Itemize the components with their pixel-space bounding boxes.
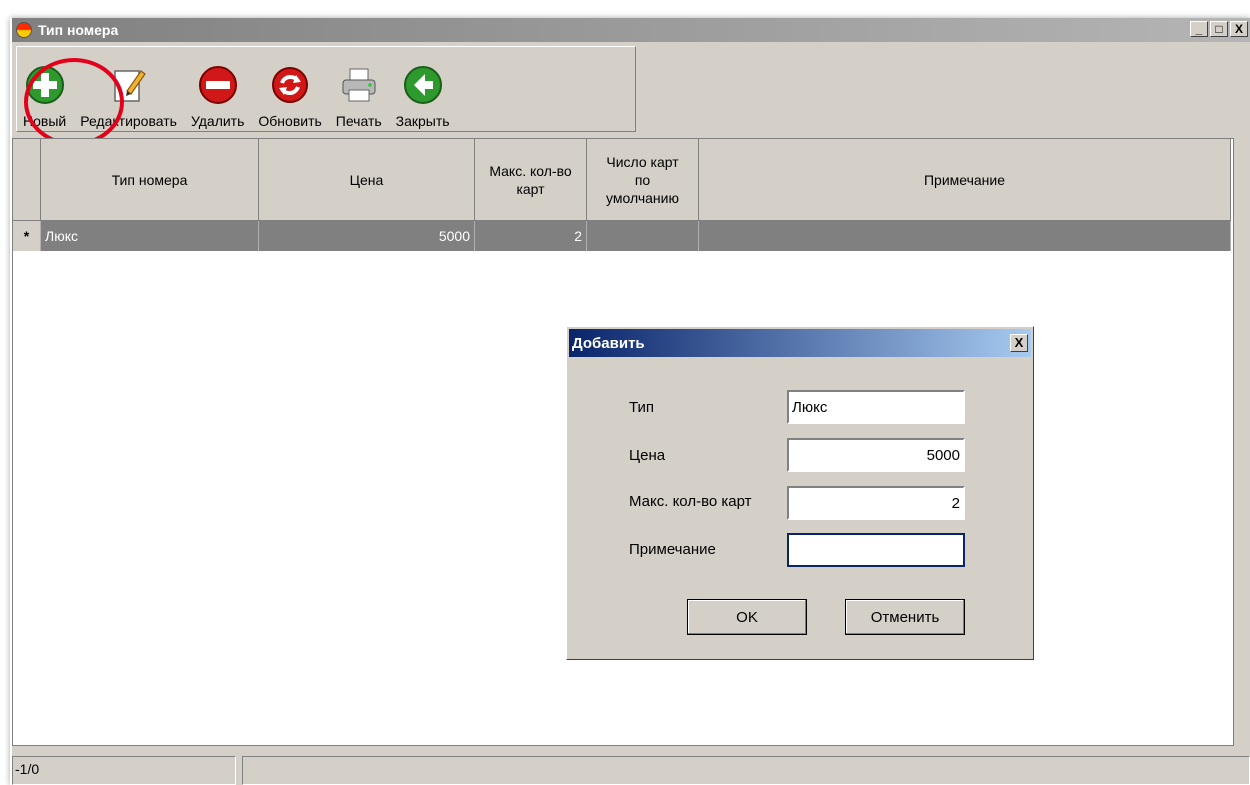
close-toolbar-button[interactable]: Закрыть [396, 47, 450, 131]
add-icon [25, 65, 65, 105]
column-header-note[interactable]: Примечание [699, 139, 1231, 221]
type-input[interactable] [787, 390, 965, 424]
record-position: -1/0 [12, 756, 236, 785]
type-label: Тип [629, 399, 655, 416]
close-button[interactable]: X [1230, 21, 1248, 37]
dialog-title: Добавить [572, 334, 645, 352]
ok-button[interactable]: OK [687, 599, 807, 635]
dialog-close-button[interactable]: X [1010, 334, 1028, 352]
status-panel [242, 756, 1250, 785]
max-cards-input[interactable] [787, 486, 965, 520]
minimize-button[interactable]: _ [1190, 21, 1208, 37]
row-indicator: * [13, 221, 41, 251]
table-row[interactable]: * Люкс 5000 2 [13, 221, 1231, 251]
cell-note[interactable] [699, 221, 1231, 251]
printer-icon [339, 65, 379, 105]
add-dialog: Добавить X Тип Цена Макс. кол-во карт Пр… [566, 326, 1034, 660]
back-arrow-icon [403, 65, 443, 105]
note-input[interactable] [787, 533, 965, 567]
refresh-icon [270, 65, 310, 105]
close-label: Закрыть [395, 113, 450, 129]
status-bar: -1/0 [12, 756, 1250, 785]
window-controls: _ □ X [1190, 21, 1248, 37]
title-bar[interactable]: Тип номера _ □ X [12, 18, 1250, 42]
grid-header: Тип номера Цена Макс. кол-во карт Число … [13, 139, 1231, 221]
cell-default-cards[interactable] [587, 221, 699, 251]
delete-button[interactable]: Удалить [191, 47, 244, 131]
column-header-price[interactable]: Цена [259, 139, 475, 221]
edit-button[interactable]: Редактировать [80, 47, 177, 131]
new-button[interactable]: Новый [23, 47, 66, 131]
app-icon [16, 22, 32, 38]
column-header-default-cards[interactable]: Число карт по умолчанию [587, 139, 699, 221]
print-label: Печать [335, 113, 382, 129]
print-button[interactable]: Печать [336, 47, 382, 131]
max-cards-label: Макс. кол-во карт [629, 493, 752, 510]
window-title: Тип номера [38, 22, 119, 38]
delete-label: Удалить [190, 113, 245, 129]
cell-max-cards[interactable]: 2 [475, 221, 587, 251]
column-header-max-cards[interactable]: Макс. кол-во карт [475, 139, 587, 221]
edit-label: Редактировать [80, 113, 177, 129]
dialog-title-bar[interactable]: Добавить X [569, 329, 1031, 357]
row-indicator-header [13, 139, 41, 221]
delete-icon [198, 65, 238, 105]
new-label: Новый [23, 113, 67, 129]
note-label: Примечание [629, 541, 716, 558]
column-header-type[interactable]: Тип номера [41, 139, 259, 221]
toolbar: Новый Редактировать Удалить Обновить Печ… [16, 46, 636, 132]
cell-price[interactable]: 5000 [259, 221, 475, 251]
maximize-button[interactable]: □ [1210, 21, 1228, 37]
cancel-button[interactable]: Отменить [845, 599, 965, 635]
cell-type[interactable]: Люкс [41, 221, 259, 251]
price-label: Цена [629, 447, 666, 464]
refresh-label: Обновить [258, 113, 322, 129]
refresh-button[interactable]: Обновить [258, 47, 322, 131]
edit-pencil-icon [109, 65, 149, 105]
price-input[interactable] [787, 438, 965, 472]
